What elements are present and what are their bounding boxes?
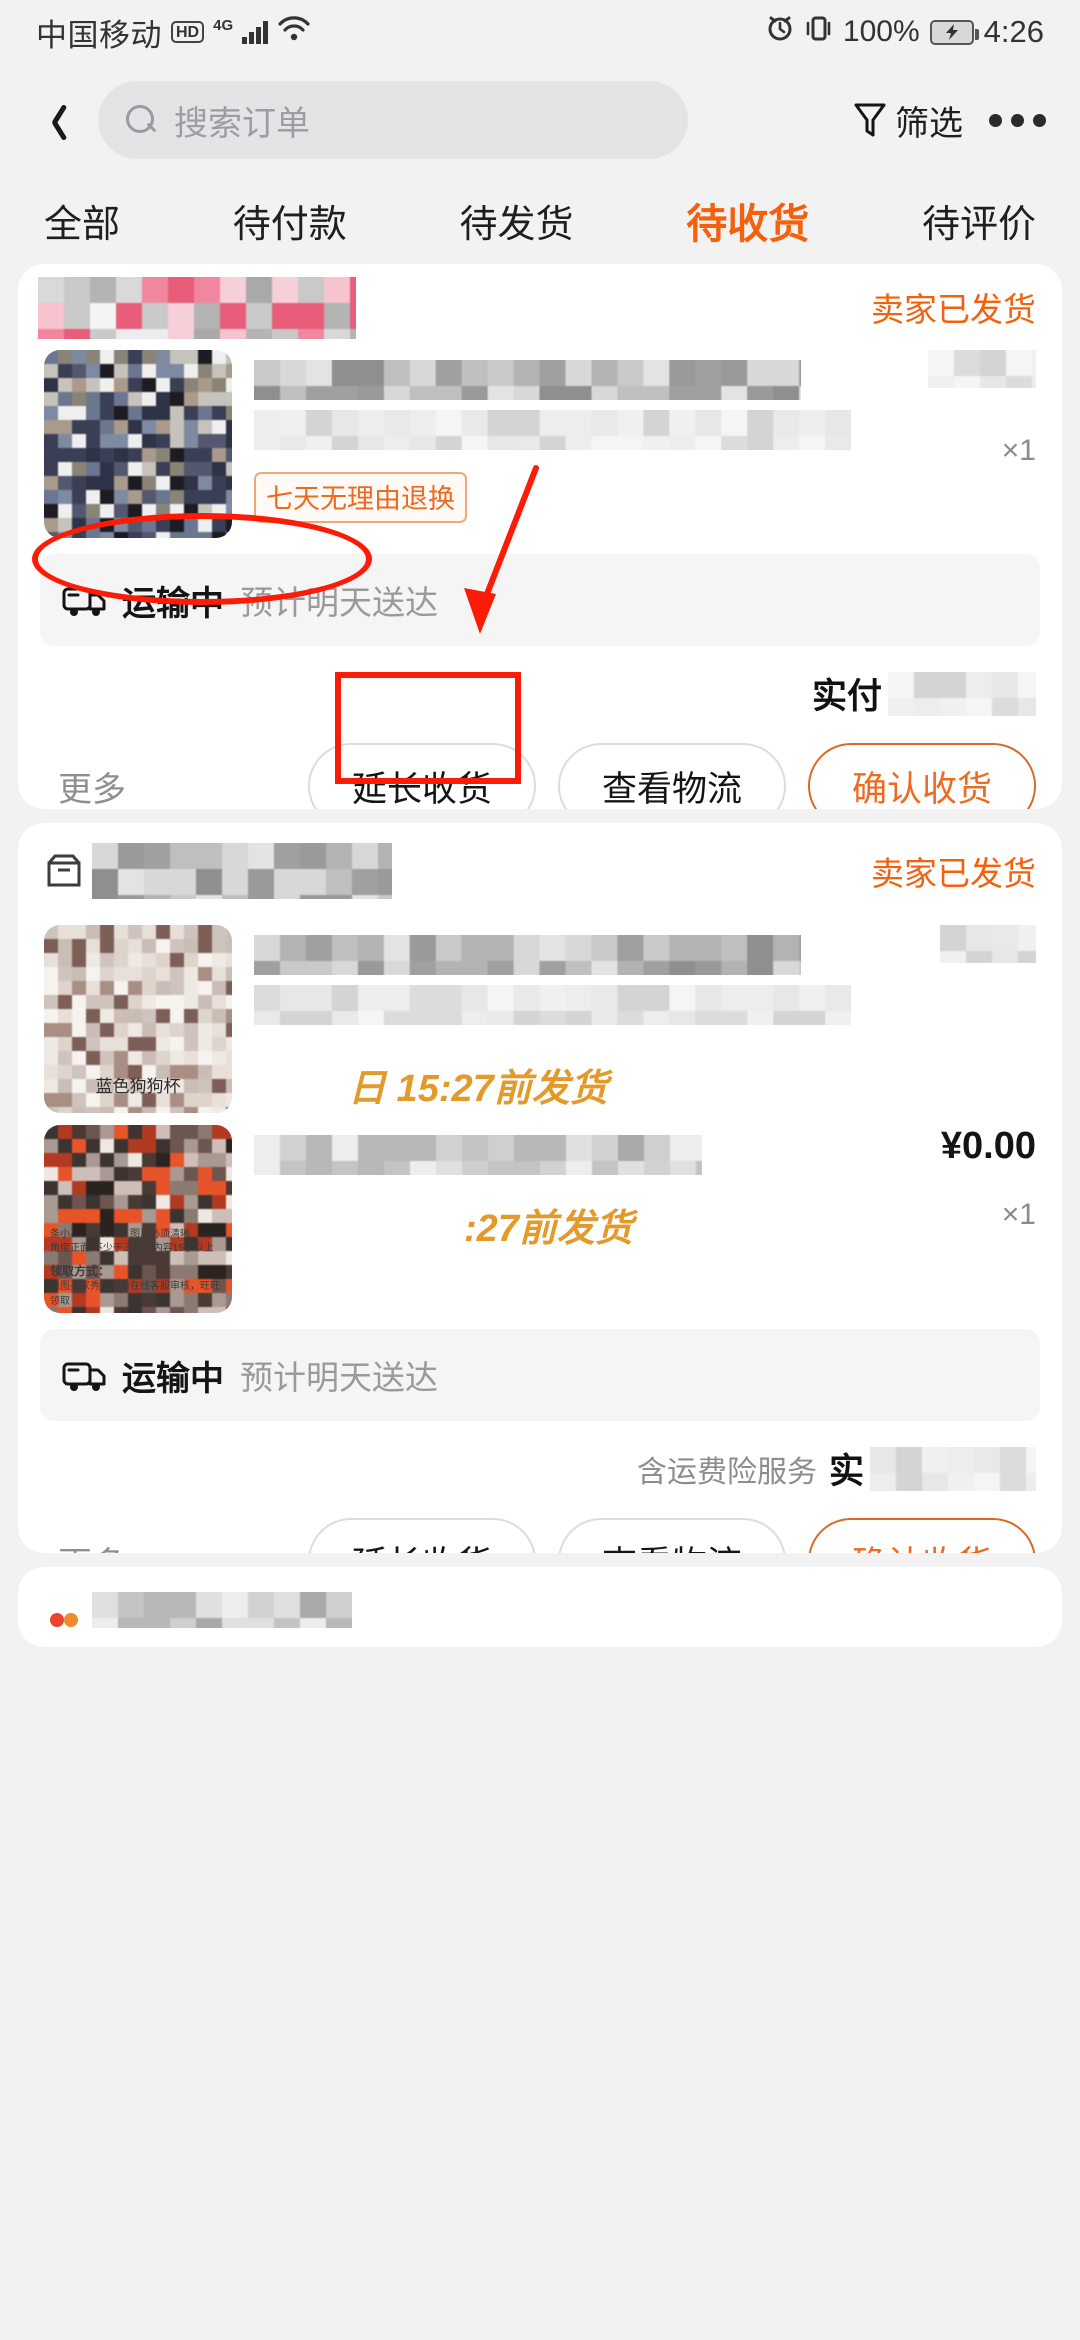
shop-name-blurred [92, 1592, 352, 1628]
logistics-row[interactable]: 运输中 预计明天送达 [40, 1329, 1040, 1421]
app-header: 搜索订单 筛选 [0, 64, 1080, 176]
product-quantity: ×1 [876, 1198, 1036, 1232]
product-subtitle-blurred [254, 985, 851, 1025]
logistics-state: 运输中 [122, 576, 224, 625]
search-icon [126, 105, 156, 135]
funnel-icon [853, 101, 887, 139]
vibrate-icon [805, 13, 833, 51]
more-button[interactable]: 更多 [58, 762, 126, 810]
extend-receipt-button[interactable]: 延长收货 [308, 1518, 536, 1553]
image-text-line: 角度正面,不少于三张，内容15字以上 [50, 1242, 228, 1257]
image-text-line: 领取方式： [50, 1263, 228, 1280]
order-actions: 更多 延长收货 查看物流 确认收货 [18, 1500, 1062, 1553]
back-button[interactable] [26, 85, 84, 155]
tab-pending-shipment[interactable]: 待发货 [460, 193, 574, 248]
filter-label: 筛选 [895, 96, 963, 145]
order-card-header[interactable] [18, 1567, 1062, 1647]
alarm-icon [765, 13, 795, 51]
order-card-header[interactable]: 卖家已发货 [18, 823, 1062, 919]
status-bar: 中国移动 HD 4G 100% 4:26 [0, 0, 1080, 64]
search-input[interactable]: 搜索订单 [98, 81, 688, 159]
confirm-receipt-button[interactable]: 确认收货 [808, 743, 1036, 809]
carrier-label: 中国移动 [36, 10, 162, 55]
order-payment-row: 含运费险服务 实 [18, 1421, 1062, 1500]
shop-name-blurred [38, 277, 356, 339]
return-policy-tag: 七天无理由退换 [254, 472, 467, 523]
logistics-state: 运输中 [122, 1351, 224, 1400]
order-goods-row[interactable]: 七天无理由退换 ×1 [18, 344, 1062, 550]
order-goods-row[interactable]: 蓝色狗狗杯 日 15:27前发货 [18, 919, 1062, 1125]
paid-amount-blurred [870, 1447, 1036, 1491]
shop-icon [44, 1590, 84, 1630]
phone-screen: 中国移动 HD 4G 100% 4:26 搜索订单 筛选 全部 待付款 待发货 … [0, 0, 1080, 2340]
product-price-blurred [940, 925, 1036, 963]
order-card[interactable]: 卖家已发货 蓝色狗狗杯 日 15:27前发货 条小、、、、、、、、、、，图片必须… [18, 823, 1062, 1553]
product-image-caption: 蓝色狗狗杯 [44, 1072, 232, 1097]
tab-all[interactable]: 全部 [44, 193, 120, 248]
product-thumbnail[interactable]: 条小、、、、、、、、、、，图片必须清晰 角度正面,不少于三张，内容15字以上 领… [44, 1125, 232, 1313]
order-status-tabs: 全部 待付款 待发货 待收货 待评价 [0, 176, 1080, 264]
product-price: ¥0.00 [876, 1125, 1036, 1168]
tab-pending-receipt[interactable]: 待收货 [686, 190, 809, 250]
product-title-blurred [254, 935, 801, 975]
shipment-deadline-text: :27前发货 [464, 1197, 633, 1252]
truck-icon [62, 1356, 108, 1394]
order-card[interactable] [18, 1567, 1062, 1647]
order-card[interactable]: 卖家已发货 七天无理由退换 ×1 运输中 预计明天送达 实付 更多 延长收货 查… [18, 264, 1062, 809]
order-payment-row: 实付 [18, 646, 1062, 725]
more-dots-icon[interactable] [989, 114, 1046, 127]
status-badge: 卖家已发货 [871, 847, 1036, 895]
paid-label: 实付 [812, 668, 882, 719]
paid-amount-blurred [888, 672, 1036, 716]
hd-badge: HD [171, 21, 204, 44]
product-image-text: 条小、、、、、、、、、、，图片必须清晰 角度正面,不少于三张，内容15字以上 领… [50, 1228, 228, 1309]
order-list: 卖家已发货 七天无理由退换 ×1 运输中 预计明天送达 实付 更多 延长收货 查… [0, 264, 1080, 1647]
tab-pending-review[interactable]: 待评价 [922, 193, 1036, 248]
battery-charging-icon [930, 20, 974, 45]
order-actions: 更多 延长收货 查看物流 确认收货 [18, 725, 1062, 809]
shipment-deadline-text: 日 15:27前发货 [348, 1057, 608, 1112]
product-thumbnail[interactable]: 蓝色狗狗杯 [44, 925, 232, 1113]
extend-receipt-button[interactable]: 延长收货 [308, 743, 536, 809]
shop-icon [44, 851, 84, 891]
logistics-eta: 预计明天送达 [240, 576, 438, 624]
more-button[interactable]: 更多 [58, 1537, 126, 1554]
product-price-blurred [928, 350, 1036, 388]
product-quantity: ×1 [876, 434, 1036, 468]
battery-percent-label: 100% [843, 15, 920, 49]
confirm-receipt-button[interactable]: 确认收货 [808, 1518, 1036, 1553]
logistics-row[interactable]: 运输中 预计明天送达 [40, 554, 1040, 646]
product-title-blurred [254, 1135, 702, 1175]
filter-button[interactable]: 筛选 [853, 96, 963, 145]
paid-label: 实 [829, 1443, 864, 1494]
order-card-header[interactable]: 卖家已发货 [18, 264, 1062, 350]
network-type-label: 4G [213, 17, 233, 34]
order-goods-row[interactable]: 条小、、、、、、、、、、，图片必须清晰 角度正面,不少于三张，内容15字以上 领… [18, 1125, 1062, 1325]
image-text-line: 截图买家秀图片给在线客服审核，旺旺领取 [50, 1280, 228, 1309]
image-text-line: 条小、、、、、、、、、、，图片必须清晰 [50, 1228, 228, 1243]
search-placeholder: 搜索订单 [174, 96, 310, 145]
truck-icon [62, 581, 108, 619]
shop-name-blurred [92, 843, 392, 899]
freight-insurance-note: 含运费险服务 [637, 1447, 817, 1491]
chevron-left-icon [45, 102, 65, 138]
product-title-blurred [254, 360, 801, 400]
status-badge: 卖家已发货 [871, 283, 1036, 331]
tab-pending-payment[interactable]: 待付款 [233, 193, 347, 248]
product-subtitle-blurred [254, 410, 851, 450]
signal-bars-icon [242, 20, 268, 44]
clock-label: 4:26 [984, 14, 1044, 50]
logistics-eta: 预计明天送达 [240, 1351, 438, 1399]
wifi-icon [277, 14, 311, 50]
product-thumbnail[interactable] [44, 350, 232, 538]
view-logistics-button[interactable]: 查看物流 [558, 743, 786, 809]
view-logistics-button[interactable]: 查看物流 [558, 1518, 786, 1553]
